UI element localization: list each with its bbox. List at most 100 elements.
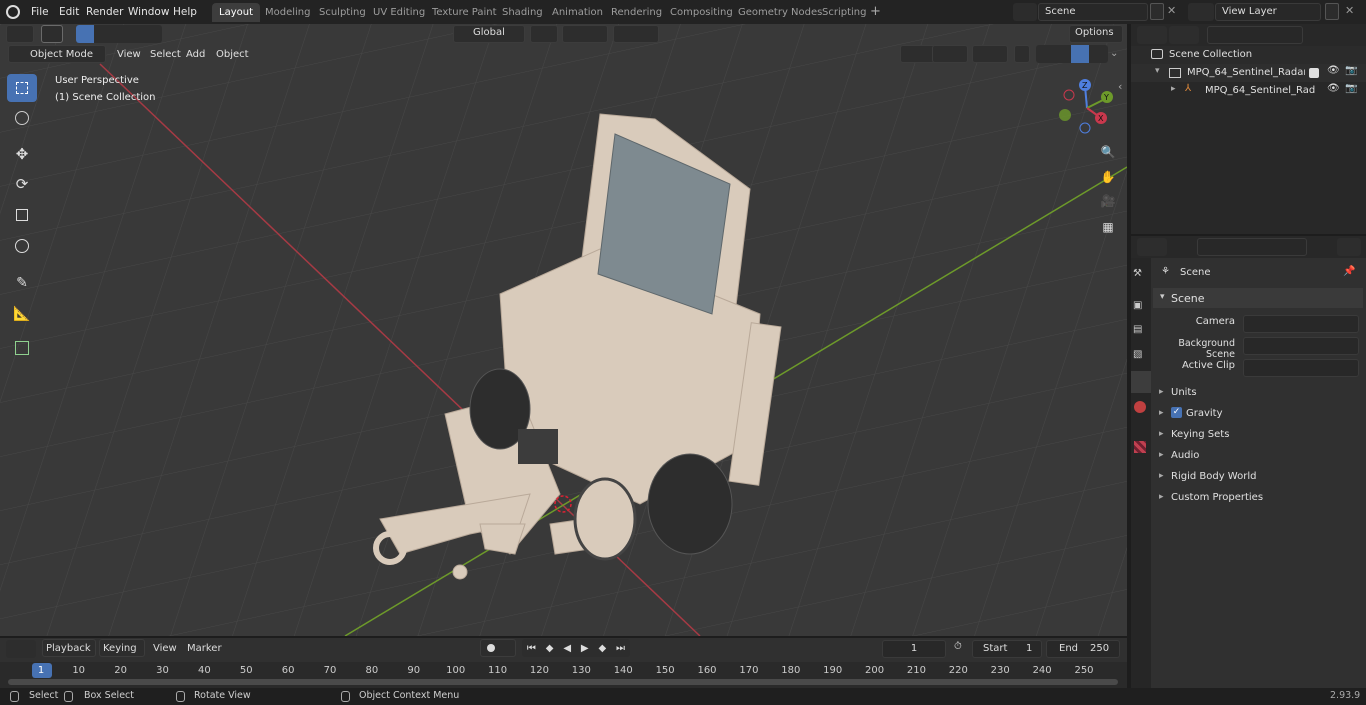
section-custom-properties[interactable]: Custom Properties — [1171, 492, 1263, 503]
blender-logo-icon[interactable] — [6, 5, 20, 19]
properties-search-input[interactable] — [1197, 238, 1307, 256]
camera-render-icon[interactable]: 📷 — [1345, 65, 1357, 76]
eye-icon[interactable]: 👁 — [1327, 83, 1340, 94]
section-rigid-body-world[interactable]: Rigid Body World — [1171, 471, 1256, 482]
proportional-edit-icon[interactable] — [613, 25, 659, 43]
tab-rendering[interactable]: Rendering — [604, 3, 669, 22]
menu-file[interactable]: File — [27, 3, 53, 21]
new-view-layer-icon[interactable] — [1325, 3, 1339, 20]
background-scene-field[interactable] — [1243, 337, 1359, 355]
menu-render[interactable]: Render — [82, 3, 127, 21]
pan-hand-icon[interactable]: ✋ — [1097, 166, 1119, 188]
display-mode-icon[interactable] — [1169, 26, 1199, 44]
pin-icon[interactable]: 📌 — [1343, 266, 1355, 277]
expand-arrow-icon[interactable]: ▸ — [1159, 471, 1164, 481]
play-icon[interactable]: ▶ — [581, 643, 589, 654]
expand-arrow-icon[interactable]: ▸ — [1159, 450, 1164, 460]
menu-add[interactable]: Add — [186, 48, 205, 62]
view-layer-icon[interactable]: ▧ — [1133, 349, 1142, 360]
view-layer-field[interactable]: View Layer — [1215, 3, 1321, 21]
outliner-search-input[interactable] — [1207, 26, 1303, 44]
editor-type-icon[interactable] — [6, 640, 36, 658]
camera-render-icon[interactable]: 📷 — [1345, 83, 1357, 94]
jump-start-icon[interactable]: ⏮ — [527, 643, 536, 654]
material-preview-icon[interactable] — [1071, 45, 1089, 63]
tab-shading[interactable]: Shading — [495, 3, 550, 22]
annotate-tool[interactable]: ✎ — [7, 269, 37, 297]
camera-view-icon[interactable]: 🎥 — [1097, 190, 1119, 212]
tab-uv-editing[interactable]: UV Editing — [366, 3, 432, 22]
3d-viewport[interactable]: ✥ ⟳ ✎ 📐 User Perspective (1) Scene Colle… — [0, 24, 1127, 636]
output-icon[interactable]: ▤ — [1133, 324, 1142, 335]
menu-marker[interactable]: Marker — [187, 643, 222, 654]
snap-icon[interactable] — [562, 25, 608, 43]
xray-icon[interactable] — [1014, 45, 1030, 63]
menu-select[interactable]: Select — [150, 48, 181, 62]
tab-animation[interactable]: Animation — [545, 3, 610, 22]
transform-tool[interactable] — [7, 232, 37, 260]
navigation-gizmo[interactable]: Z Y X — [1055, 76, 1120, 136]
menu-help[interactable]: Help — [169, 3, 201, 21]
expand-arrow-icon[interactable]: ▸ — [1159, 408, 1164, 418]
ortho-grid-icon[interactable]: ▦ — [1097, 216, 1119, 238]
menu-view[interactable]: View — [153, 643, 177, 654]
add-cube-tool[interactable] — [7, 334, 37, 362]
measure-tool[interactable]: 📐 — [7, 300, 37, 328]
menu-edit[interactable]: Edit — [55, 3, 83, 21]
gizmo-toggle-icon[interactable] — [932, 45, 968, 63]
select-new-icon[interactable] — [76, 25, 94, 43]
texture-icon[interactable] — [1134, 441, 1146, 453]
section-keying-sets[interactable]: Keying Sets — [1171, 429, 1229, 440]
pivot-icon[interactable] — [530, 25, 558, 43]
tab-texture-paint[interactable]: Texture Paint — [425, 3, 504, 22]
playback-controls[interactable]: ⏮ ◆ ◀ ▶ ◆ ⏭ — [522, 639, 630, 657]
expand-arrow-icon[interactable]: ▸ — [1159, 387, 1164, 397]
filter-icon[interactable] — [1321, 26, 1355, 44]
eye-icon[interactable]: 👁 — [1327, 65, 1340, 76]
tab-scripting[interactable]: Scripting — [815, 3, 873, 22]
stopwatch-icon[interactable]: ⏱ — [954, 641, 962, 652]
world-icon[interactable] — [1134, 401, 1146, 413]
radar-model[interactable] — [0, 24, 1127, 636]
timeline-scrollbar[interactable] — [8, 679, 1118, 685]
close-icon[interactable]: ✕ — [1345, 4, 1354, 17]
tab-modeling[interactable]: Modeling — [258, 3, 318, 22]
expand-arrow-icon[interactable]: ▾ — [1160, 292, 1165, 302]
section-gravity[interactable]: Gravity — [1186, 408, 1223, 419]
scene-type-icon[interactable] — [1013, 3, 1037, 21]
chevron-down-icon[interactable] — [1337, 238, 1361, 256]
overlay-toggle-icon[interactable] — [972, 45, 1008, 63]
current-frame-field[interactable]: 1 — [882, 640, 946, 658]
render-icon[interactable]: ▣ — [1133, 300, 1142, 311]
new-scene-icon[interactable] — [1150, 3, 1164, 20]
zoom-icon[interactable]: 🔍 — [1097, 141, 1119, 163]
section-units[interactable]: Units — [1171, 387, 1197, 398]
tool-icon[interactable]: ⚒ — [1133, 268, 1142, 279]
move-tool[interactable]: ✥ — [7, 140, 37, 168]
cursor-select-icon[interactable] — [41, 25, 63, 43]
visibility-icon[interactable] — [900, 45, 936, 63]
exclude-checkbox[interactable] — [1309, 68, 1319, 78]
expand-arrow-icon[interactable]: ▸ — [1171, 84, 1176, 94]
expand-arrow-icon[interactable]: ▸ — [1159, 429, 1164, 439]
select-mode-group[interactable] — [76, 25, 162, 43]
add-workspace-icon[interactable]: + — [870, 4, 881, 19]
collapse-arrow-icon[interactable]: ‹ — [1118, 80, 1122, 93]
jump-end-icon[interactable]: ⏭ — [616, 643, 625, 654]
editor-type-icon[interactable] — [1137, 238, 1167, 256]
section-audio[interactable]: Audio — [1171, 450, 1199, 461]
editor-type-icon[interactable] — [1137, 26, 1167, 44]
menu-object[interactable]: Object — [216, 48, 249, 62]
menu-window[interactable]: Window — [124, 3, 173, 21]
active-clip-field[interactable] — [1243, 359, 1359, 377]
menu-view[interactable]: View — [117, 48, 141, 62]
scale-tool[interactable] — [7, 201, 37, 229]
view-layer-icon[interactable] — [1188, 3, 1214, 21]
editor-type-icon[interactable] — [6, 25, 34, 43]
tab-compositing[interactable]: Compositing — [663, 3, 740, 22]
gravity-checkbox[interactable]: ✓ — [1171, 407, 1182, 418]
select-box-tool[interactable] — [7, 74, 37, 102]
camera-field[interactable] — [1243, 315, 1359, 333]
prev-key-icon[interactable]: ◆ — [546, 643, 554, 654]
tab-layout[interactable]: Layout — [212, 3, 260, 22]
